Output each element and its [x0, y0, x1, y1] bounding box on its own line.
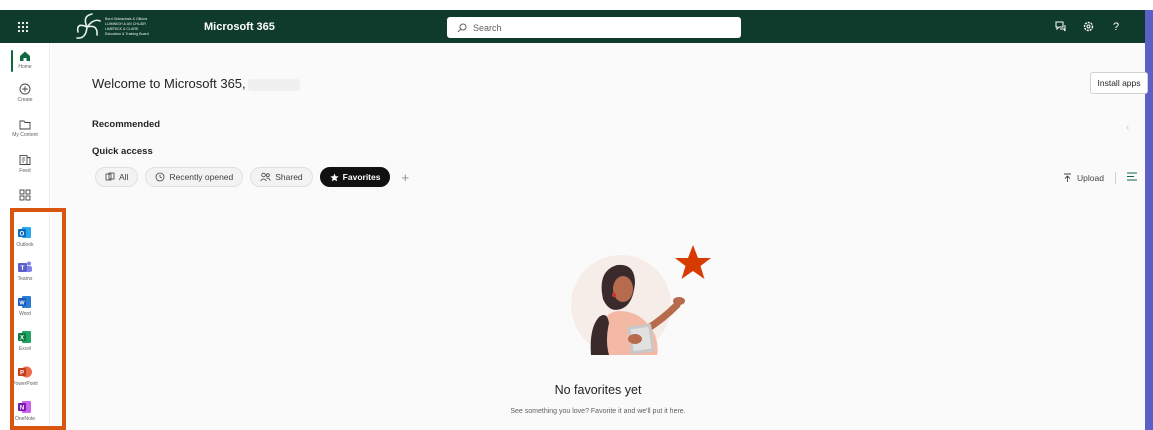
search-box[interactable]: Search — [447, 17, 741, 38]
settings-icon[interactable] — [1080, 19, 1096, 35]
people-icon — [260, 172, 272, 182]
empty-state-title: No favorites yet — [554, 383, 642, 397]
rail-label: Home — [18, 64, 32, 70]
top-bar: Bord Oideachais & Oiliúna LUIMNIGH & AN … — [0, 10, 1145, 43]
rail-label: Feed — [19, 168, 31, 174]
list-view-icon[interactable] — [1127, 172, 1137, 184]
rail-item-feed[interactable]: Feed — [0, 154, 50, 174]
rail-item-apps[interactable] — [0, 189, 50, 201]
star-icon — [330, 172, 339, 181]
rail-label: Create — [17, 97, 33, 103]
top-margin — [0, 0, 1153, 10]
org-logo-mark-icon — [76, 12, 101, 39]
filter-all[interactable]: All — [95, 167, 139, 187]
welcome-text: Welcome to Microsoft 365, — [92, 76, 246, 91]
empty-state-subtitle: See something you love? Favorite it and … — [510, 408, 686, 415]
filter-label: Shared — [275, 172, 303, 182]
microsoft-365-window: Bord Oideachais & Oiliúna LUIMNIGH & AN … — [0, 0, 1153, 430]
organization-logo[interactable]: Bord Oideachais & Oiliúna LUIMNIGH & AN … — [72, 12, 164, 42]
redacted-user-name — [247, 78, 300, 91]
search-placeholder: Search — [473, 22, 502, 33]
app-name[interactable]: Microsoft 365 — [204, 21, 275, 33]
upload-icon — [1064, 173, 1071, 182]
filter-label: All — [119, 172, 129, 182]
add-filter-button[interactable]: + — [401, 170, 409, 185]
logo-line: LIMERICK & CLARE — [105, 27, 139, 31]
help-icon[interactable]: ? — [1108, 19, 1124, 35]
upload-label: Upload — [1077, 173, 1104, 183]
rail-item-home[interactable]: Home — [0, 50, 50, 70]
chevron-left-icon[interactable]: ‹ — [1126, 122, 1129, 133]
feed-icon — [19, 155, 31, 165]
all-files-icon — [105, 172, 115, 181]
recommended-heading: Recommended — [92, 119, 161, 130]
filter-favorites[interactable]: Favorites — [319, 167, 391, 187]
home-icon — [20, 51, 30, 61]
create-icon — [19, 83, 31, 95]
logo-line: LUIMNIGH & AN CHLÁIR — [105, 22, 146, 26]
filter-recently-opened[interactable]: Recently opened — [145, 167, 244, 187]
folder-icon — [19, 120, 31, 130]
welcome-heading: Welcome to Microsoft 365, — [92, 76, 300, 91]
waffle-icon[interactable] — [0, 10, 46, 43]
quick-access-filters: All Recently opened Shared Favorites + — [95, 167, 409, 187]
feedback-icon[interactable] — [1052, 19, 1068, 35]
rail-item-my-content[interactable]: My Content — [0, 119, 50, 138]
quick-access-heading: Quick access — [92, 146, 153, 157]
filter-shared[interactable]: Shared — [250, 167, 313, 187]
rail-item-create[interactable]: Create — [0, 83, 50, 103]
empty-favorites-illustration — [571, 245, 711, 355]
app-list-highlight — [10, 208, 66, 430]
upload-button[interactable]: Upload — [1063, 172, 1116, 184]
toolbar-divider — [1114, 172, 1116, 184]
filter-label: Favorites — [342, 172, 381, 182]
logo-line: Bord Oideachais & Oiliúna — [105, 17, 148, 21]
install-apps-button[interactable]: Install apps — [1090, 72, 1148, 94]
topbar-actions: ? — [1052, 10, 1124, 43]
main-content: Welcome to Microsoft 365, Install apps R… — [51, 43, 1148, 430]
rail-label: My Content — [12, 132, 38, 138]
filter-label: Recently opened — [169, 172, 234, 182]
search-icon — [457, 23, 467, 32]
org-logo-text: Bord Oideachais & Oiliúna LUIMNIGH & AN … — [105, 17, 149, 36]
clock-icon — [156, 172, 165, 182]
apps-icon — [19, 189, 31, 201]
logo-line: Education & Training Board — [105, 32, 149, 36]
